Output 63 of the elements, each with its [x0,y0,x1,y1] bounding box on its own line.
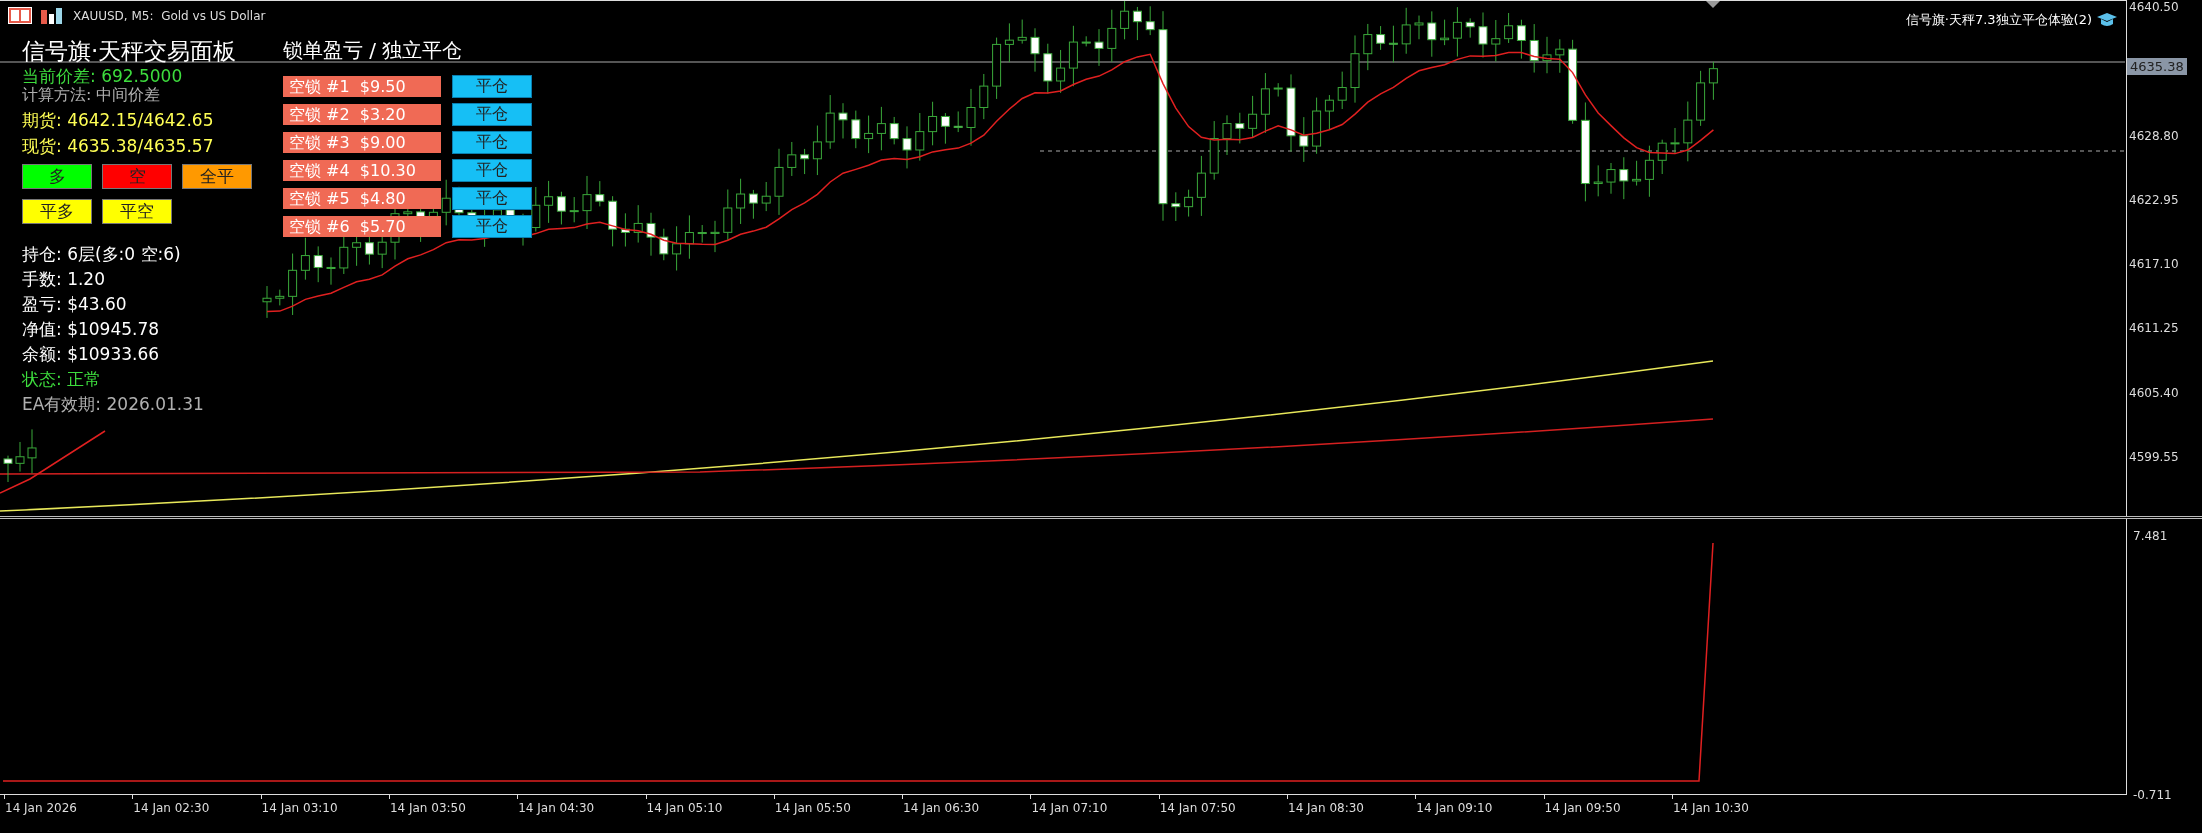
time-label: 14 Jan 03:50 [389,801,466,815]
lock-profit-label: 空锁 #5 $4.80 [283,188,441,209]
price-label: 4605.40 [2128,385,2179,400]
stat-text: 余额: $10933.66 [22,343,161,366]
lock-profit-label: 空锁 #1 $9.50 [283,76,441,97]
stat-text: EA有效期: 2026.01.31 [22,393,205,416]
close-position-button[interactable]: 平仓 [452,131,532,154]
close-position-button[interactable]: 平仓 [452,215,532,238]
lock-panel-title: 锁单盈亏 / 独立平仓 [283,37,464,64]
time-label: 14 Jan 09:10 [1416,801,1493,815]
lock-profit-label: 空锁 #2 $3.20 [283,104,441,125]
close-side-button[interactable]: 平多 [22,199,92,224]
time-label: 14 Jan 07:10 [1031,801,1108,815]
indicator-value-label: -0.711 [2132,788,2173,802]
panel-title: 信号旗·天秤交易面板 [22,37,238,66]
indicator-title: 信号旗·天秤7.3独立平仓体验(2) [1905,11,2092,29]
bar-chart-icon[interactable] [40,7,63,24]
candlestick [3,455,13,483]
stat-text: 手数: 1.20 [22,268,106,291]
lock-profit-label: 空锁 #4 $10.30 [283,160,441,181]
close-position-button[interactable]: 平仓 [452,75,532,98]
price-label: 4622.95 [2128,192,2179,207]
spot-price: 现货: 4635.38/4635.57 [22,137,215,156]
time-label: 14 Jan 06:30 [903,801,980,815]
close-position-button[interactable]: 平仓 [452,103,532,126]
price-label: 4640.50 [2128,0,2179,14]
futures-price: 期货: 4642.15/4642.65 [22,111,215,130]
shift-marker-icon[interactable] [1706,1,1720,8]
spread-text: 当前价差: 692.5000 [22,67,184,85]
candlestick [15,441,25,473]
current-price-label: 4635.38 [2127,58,2187,76]
price-label: 4617.10 [2128,257,2179,272]
chart-title: XAUUSD, M5: Gold vs US Dollar [73,8,266,23]
trade-button[interactable]: 全平 [182,164,252,189]
time-label: 14 Jan 08:30 [1288,801,1364,815]
method-text: 计算方法: 中间价差 [22,86,162,104]
time-label: 14 Jan 03:10 [261,801,338,815]
time-label: 14 Jan 07:50 [1159,801,1236,815]
time-label: 14 Jan 10:30 [1672,801,1749,815]
indicator-value-label: 7.481 [2132,529,2169,543]
close-position-button[interactable]: 平仓 [452,159,532,182]
stat-text: 净值: $10945.78 [22,318,161,341]
close-position-button[interactable]: 平仓 [452,187,532,210]
trade-button[interactable]: 多 [22,164,92,189]
candlestick [27,428,37,474]
graduation-cap-icon[interactable] [2096,12,2118,28]
time-label: 14 Jan 02:30 [133,801,210,815]
status-text: 状态: 正常 [22,368,103,391]
price-label: 4599.55 [2128,450,2179,465]
time-label: 14 Jan 04:30 [518,801,595,815]
time-label: 14 Jan 2026 [5,801,77,815]
price-label: 4611.25 [2128,321,2179,336]
close-side-button[interactable]: 平空 [102,199,172,224]
time-label: 14 Jan 05:50 [774,801,851,815]
time-label: 14 Jan 09:50 [1544,801,1621,815]
lock-profit-label: 空锁 #6 $5.70 [283,216,441,237]
chart-list-icon[interactable] [8,7,32,24]
price-label: 4628.80 [2128,128,2179,143]
stat-text: 持仓: 6层(多:0 空:6) [22,243,182,266]
lock-profit-label: 空锁 #3 $9.00 [283,132,441,153]
stat-text: 盈亏: $43.60 [22,293,128,316]
trade-button[interactable]: 空 [102,164,172,189]
time-label: 14 Jan 05:10 [646,801,723,815]
